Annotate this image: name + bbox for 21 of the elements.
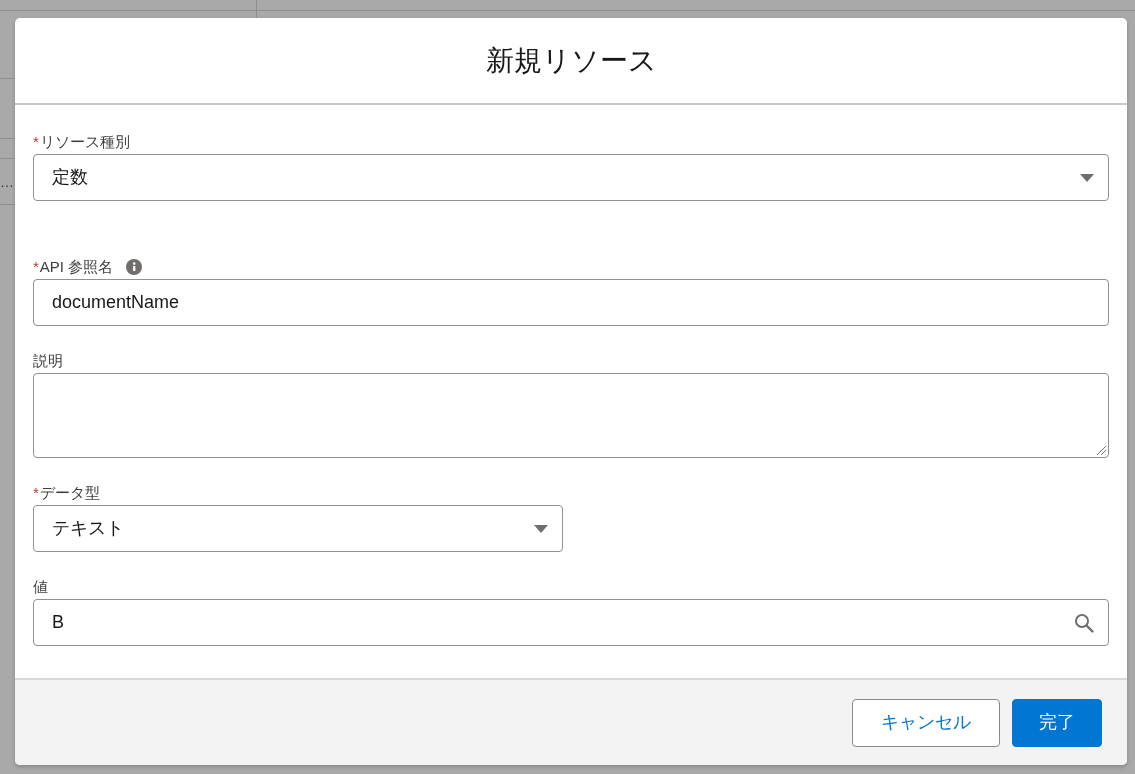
field-label: 値 [33, 576, 48, 597]
required-mark: * [33, 131, 39, 152]
search-icon [1074, 612, 1094, 633]
required-mark: * [33, 482, 39, 503]
field-label: データ型 [39, 482, 100, 503]
resize-grip-icon [1096, 445, 1106, 455]
select-field[interactable]: 定数 [33, 154, 1109, 201]
caret-icon [534, 524, 548, 533]
field-label: API 参照名 [39, 256, 114, 277]
textarea-field[interactable] [33, 373, 1109, 458]
input-field[interactable]: documentName [33, 279, 1109, 326]
select-field[interactable]: テキスト [33, 505, 563, 552]
required-mark: * [33, 256, 39, 277]
lookup-field[interactable]: B [33, 599, 1109, 646]
field-label: リソース種別 [39, 131, 130, 152]
cancel-button[interactable]: キャンセル [852, 698, 1000, 747]
caret-icon [1080, 173, 1094, 182]
field-label: 説明 [33, 350, 63, 371]
dialog-title: 新規リソース [485, 43, 657, 78]
done-button[interactable]: 完了 [1012, 698, 1102, 747]
ellipsis-text: … [0, 173, 14, 192]
